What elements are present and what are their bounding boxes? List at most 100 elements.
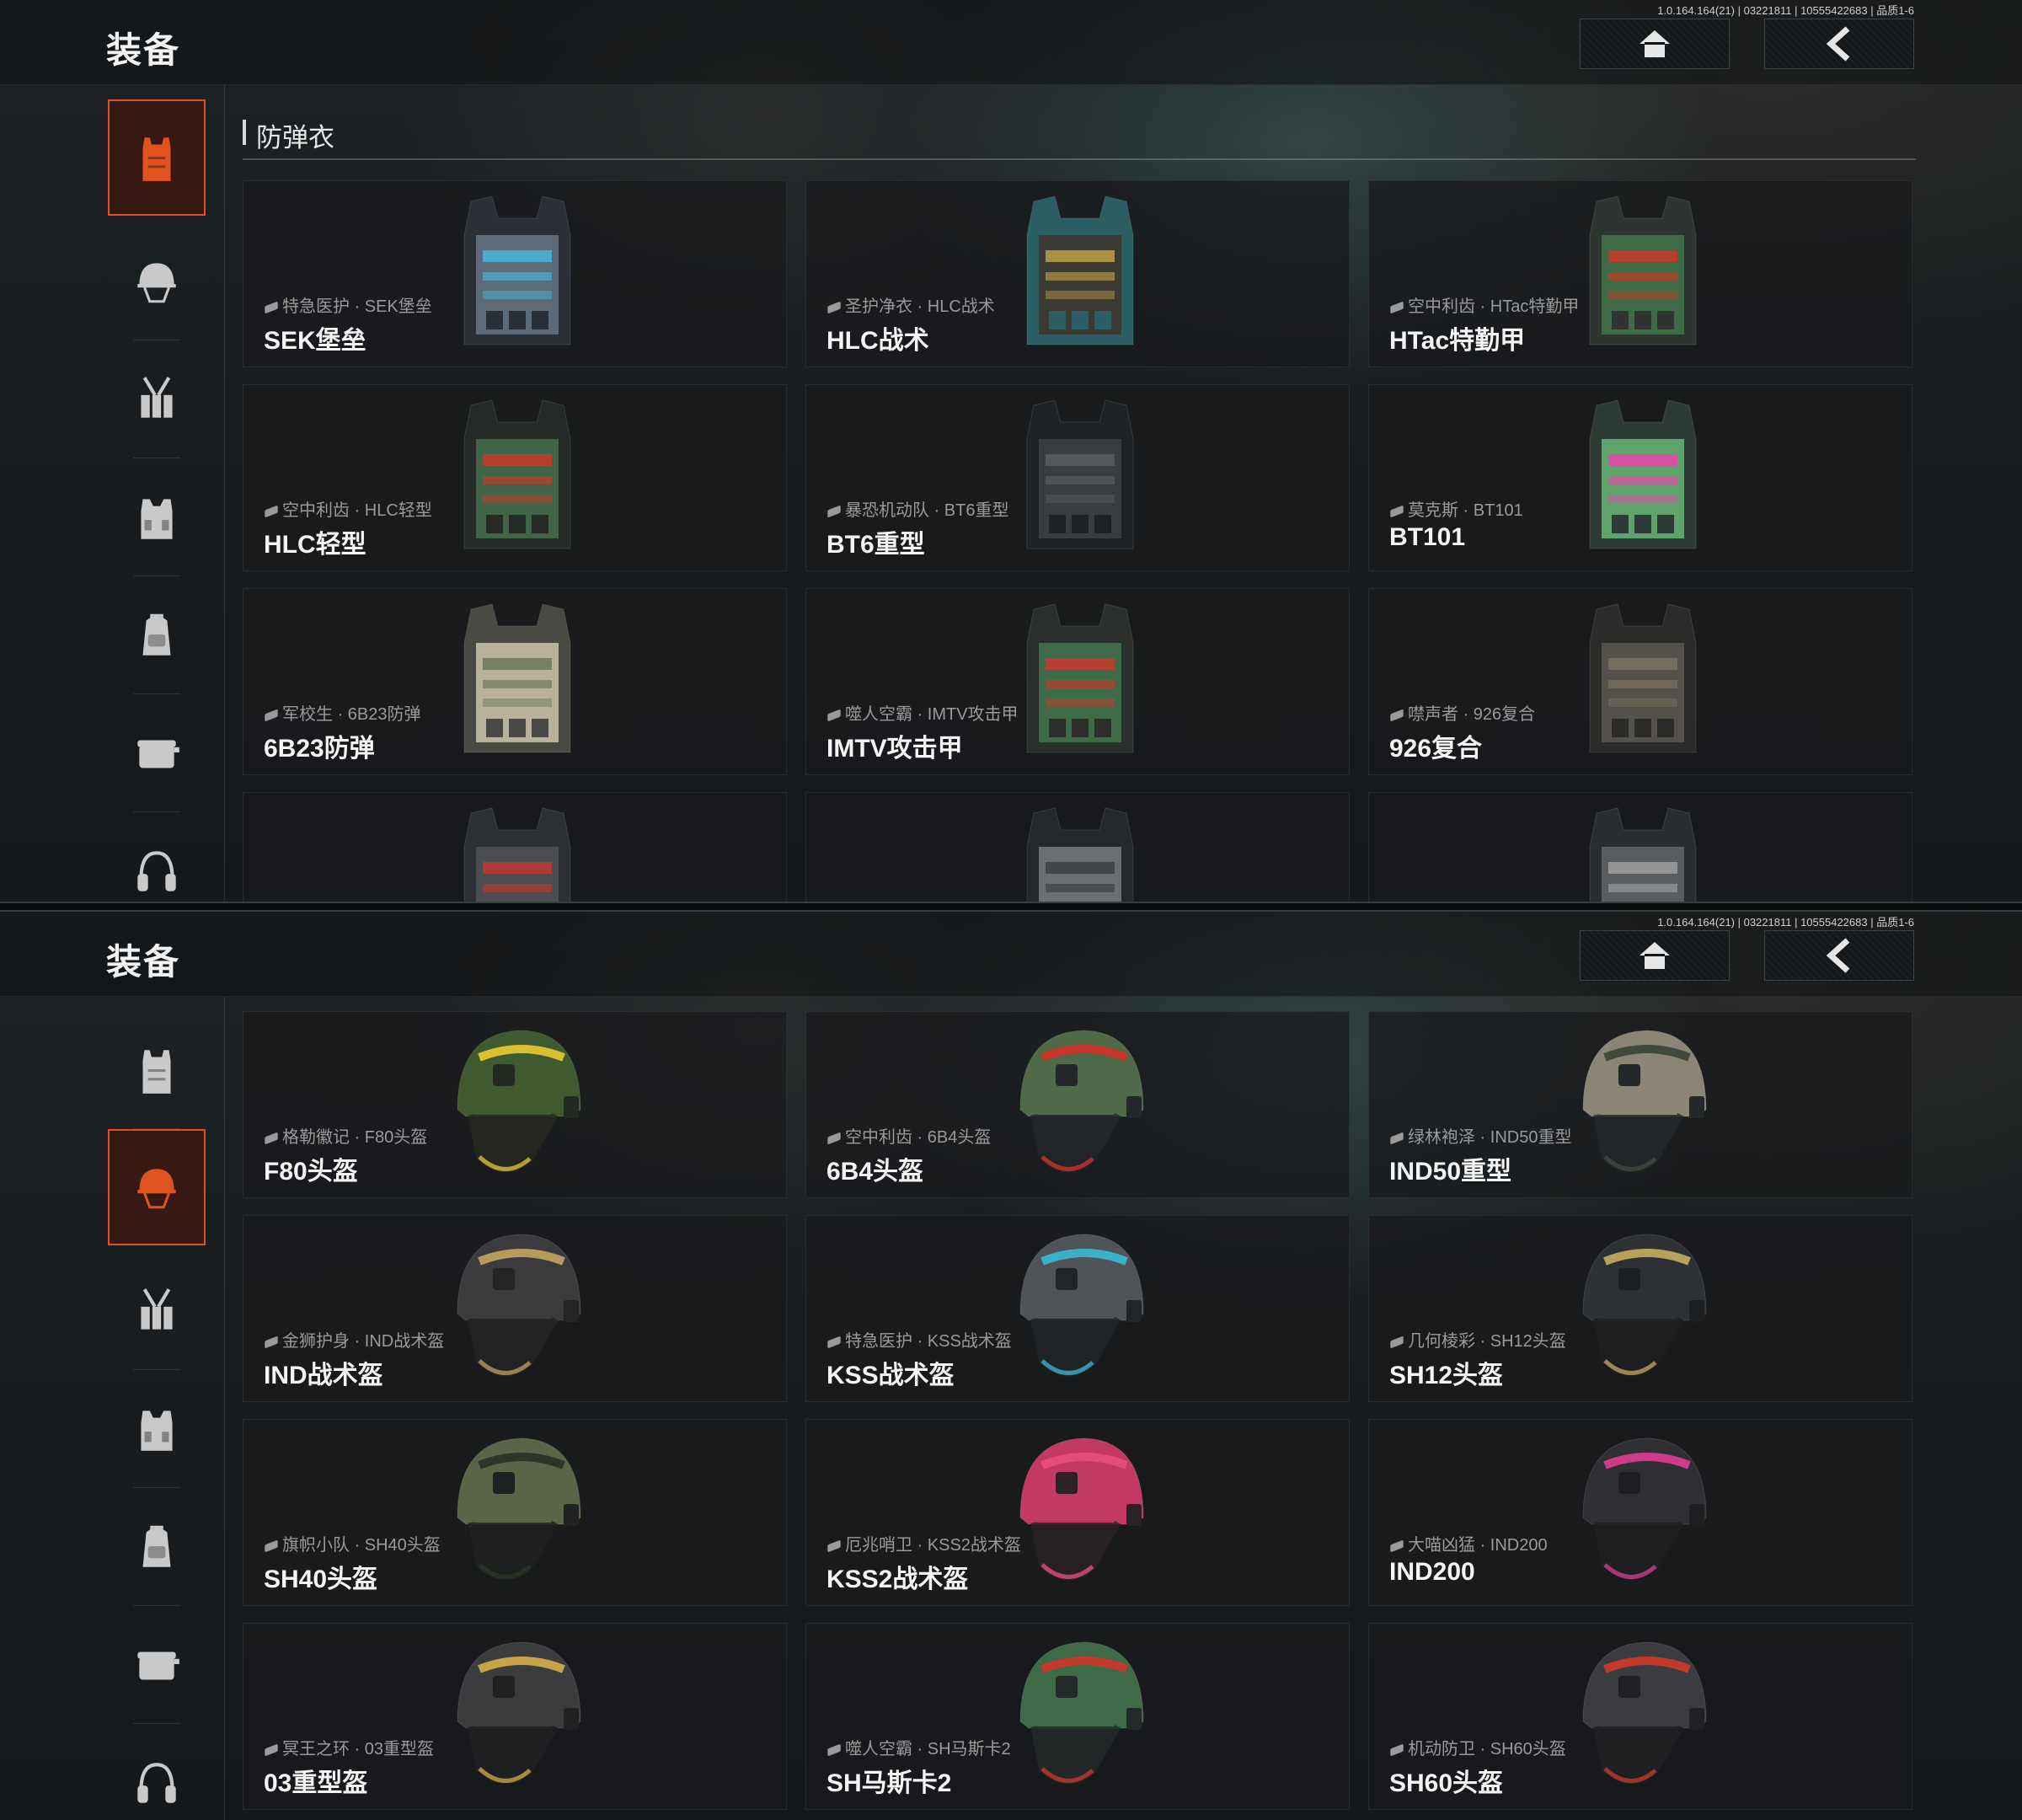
top-bar: 装备 1.0.164.164(21) | 03221811 | 10555422…: [0, 0, 2022, 85]
skin-tag-icon: [265, 709, 278, 722]
headset-icon: [137, 1763, 176, 1803]
vest-thumbnail: [463, 807, 571, 902]
sidebar-item-container[interactable]: [108, 1606, 206, 1724]
equipment-card[interactable]: 几何棱彩 · SH12头盔 SH12头盔: [1368, 1215, 1912, 1402]
skin-subtitle-text: 旗帜小队 · SH40头盔: [282, 1536, 441, 1555]
sidebar-item-headset[interactable]: [108, 812, 206, 902]
equipment-card[interactable]: 特急医护 · SEK堡垒 SEK堡垒: [243, 180, 787, 367]
equipment-card[interactable]: 噤声者 · 926复合 926复合: [1368, 588, 1912, 775]
container-icon: [137, 740, 179, 768]
sidebar-item-backpack[interactable]: [108, 576, 206, 694]
skin-subtitle: 特急医护 · SEK堡垒: [265, 292, 432, 317]
equipment-card[interactable]: 暴恐机动队 · BT6重型 BT6重型: [805, 384, 1350, 571]
helmet-thumbnail: [1582, 1234, 1707, 1377]
equipment-card[interactable]: 空中利齿 · HLC轻型 HLC轻型: [243, 384, 787, 571]
equipment-card[interactable]: 噬人空霸 · IMTV攻击甲 IMTV攻击甲: [805, 588, 1350, 775]
equipment-card[interactable]: 空中利齿 · HTac特勤甲 HTac特勤甲: [1368, 180, 1912, 367]
equipment-card[interactable]: [805, 792, 1350, 902]
equipment-card[interactable]: 旗帜小队 · SH40头盔 SH40头盔: [243, 1419, 787, 1606]
skin-subtitle: 噤声者 · 926复合: [1390, 700, 1535, 725]
skin-tag-icon: [827, 1336, 841, 1349]
home-icon: [1640, 30, 1670, 57]
sidebar-item-helmet[interactable]: [108, 1129, 206, 1245]
item-name: HLC轻型: [264, 531, 366, 559]
skin-subtitle-text: 莫克斯 · BT101: [1408, 501, 1523, 520]
equipment-card[interactable]: 绿林袍泽 · IND50重型 IND50重型: [1368, 1011, 1912, 1198]
equipment-card[interactable]: 大喵凶猛 · IND200 IND200: [1368, 1419, 1912, 1606]
home-button[interactable]: [1580, 19, 1730, 69]
equipment-card[interactable]: 莫克斯 · BT101 BT101: [1368, 384, 1912, 571]
sidebar-item-helmet[interactable]: [108, 222, 206, 340]
sidebar-item-vest[interactable]: [108, 99, 206, 216]
item-name: BT6重型: [826, 531, 925, 559]
item-name: SEK堡垒: [264, 327, 366, 355]
sidebar-item-tactical-vest[interactable]: [108, 1370, 206, 1488]
section-marker: [243, 120, 246, 145]
back-arrow-icon: [1826, 938, 1850, 973]
skin-subtitle-text: 圣护净衣 · HLC战术: [845, 297, 995, 316]
back-button[interactable]: [1764, 930, 1914, 981]
skin-tag-icon: [827, 301, 841, 314]
back-arrow-icon: [1826, 26, 1850, 62]
skin-tag-icon: [827, 1132, 841, 1145]
skin-subtitle: 厄兆哨卫 · KSS2战术盔: [827, 1531, 1021, 1555]
tactical-vest-icon: [141, 1410, 173, 1451]
skin-tag-icon: [827, 1539, 841, 1553]
skin-tag-icon: [827, 709, 841, 722]
skin-subtitle-text: 大喵凶猛 · IND200: [1408, 1536, 1548, 1555]
back-button[interactable]: [1764, 19, 1914, 69]
skin-subtitle: 旗帜小队 · SH40头盔: [265, 1531, 441, 1555]
equipment-card[interactable]: [1368, 792, 1912, 902]
equipment-screen-vests: 装备 1.0.164.164(21) | 03221811 | 10555422…: [0, 0, 2022, 902]
vest-thumbnail: [1589, 195, 1697, 345]
equipment-screen-helmets: 装备 1.0.164.164(21) | 03221811 | 10555422…: [0, 912, 2022, 1820]
equipment-card[interactable]: 军校生 · 6B23防弹 6B23防弹: [243, 588, 787, 775]
backpack-icon: [142, 613, 171, 656]
equipment-card[interactable]: 金狮护身 · IND战术盔 IND战术盔: [243, 1215, 787, 1402]
skin-subtitle-text: 暴恐机动队 · BT6重型: [845, 501, 1009, 520]
vest-thumbnail: [463, 195, 571, 345]
skin-subtitle-text: 金狮护身 · IND战术盔: [282, 1332, 445, 1351]
skin-subtitle-text: 噬人空霸 · SH马斯卡2: [845, 1740, 1011, 1758]
item-name: 926复合: [1389, 735, 1483, 763]
helmet-thumbnail: [1019, 1437, 1144, 1581]
skin-subtitle: 格勒徽记 · F80头盔: [265, 1123, 427, 1148]
build-info: 1.0.164.164(21) | 03221811 | 10555422683…: [1657, 916, 1914, 929]
sidebar-item-chest-rig[interactable]: [108, 340, 206, 458]
screenshot-divider: [0, 902, 2022, 912]
sidebar-item-container[interactable]: [108, 694, 206, 812]
equipment-card[interactable]: 冥王之环 · 03重型盔 03重型盔: [243, 1623, 787, 1810]
sidebar-item-vest[interactable]: [108, 1011, 206, 1129]
helmet-thumbnail: [1019, 1030, 1144, 1173]
sidebar-item-tactical-vest[interactable]: [108, 458, 206, 576]
skin-subtitle: 暴恐机动队 · BT6重型: [827, 496, 1009, 521]
section-title: 防弹衣: [256, 123, 334, 153]
equipment-card[interactable]: 格勒徽记 · F80头盔 F80头盔: [243, 1011, 787, 1198]
equipment-card[interactable]: 圣护净衣 · HLC战术 HLC战术: [805, 180, 1350, 367]
equipment-card[interactable]: 厄兆哨卫 · KSS2战术盔 KSS2战术盔: [805, 1419, 1350, 1606]
vest-thumbnail: [1026, 603, 1134, 753]
equipment-card[interactable]: 空中利齿 · 6B4头盔 6B4头盔: [805, 1011, 1350, 1198]
vest-thumbnail: [463, 603, 571, 753]
skin-tag-icon: [1390, 1539, 1404, 1553]
skin-subtitle: 金狮护身 · IND战术盔: [265, 1327, 444, 1352]
top-bar: 装备 1.0.164.164(21) | 03221811 | 10555422…: [0, 912, 2022, 997]
skin-subtitle-text: 厄兆哨卫 · KSS2战术盔: [845, 1536, 1021, 1555]
helmet-thumbnail: [457, 1641, 581, 1785]
sidebar-item-headset[interactable]: [108, 1724, 206, 1820]
helmet-thumbnail: [1019, 1234, 1144, 1377]
helmet-thumbnail: [457, 1437, 581, 1581]
home-button[interactable]: [1580, 930, 1730, 981]
vest-icon: [142, 137, 171, 181]
skin-subtitle: 几何棱彩 · SH12头盔: [1390, 1327, 1566, 1352]
equipment-card[interactable]: 特急医护 · KSS战术盔 KSS战术盔: [805, 1215, 1350, 1402]
equipment-card[interactable]: 噬人空霸 · SH马斯卡2 SH马斯卡2: [805, 1623, 1350, 1810]
equipment-card[interactable]: [243, 792, 787, 902]
skin-subtitle: 军校生 · 6B23防弹: [265, 700, 420, 725]
equipment-card[interactable]: 机动防卫 · SH60头盔 SH60头盔: [1368, 1623, 1912, 1810]
sidebar-item-chest-rig[interactable]: [108, 1252, 206, 1370]
vest-icon: [142, 1050, 171, 1094]
sidebar-item-backpack[interactable]: [108, 1488, 206, 1606]
skin-subtitle-text: 绿林袍泽 · IND50重型: [1408, 1128, 1572, 1147]
skin-subtitle-text: 格勒徽记 · F80头盔: [282, 1128, 428, 1147]
